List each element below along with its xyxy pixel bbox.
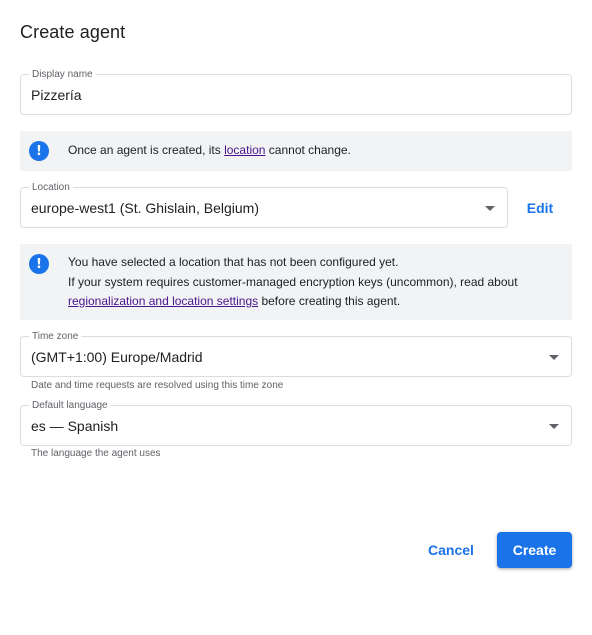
- location-select[interactable]: Location europe-west1 (St. Ghislain, Bel…: [20, 182, 508, 228]
- cancel-button[interactable]: Cancel: [420, 536, 482, 564]
- display-name-field[interactable]: Display name Pizzería: [20, 69, 572, 115]
- edit-location-button[interactable]: Edit: [520, 198, 560, 218]
- info-icon: !: [29, 254, 49, 274]
- location-notice-text: Once an agent is created, its location c…: [68, 141, 560, 161]
- chevron-down-icon: [549, 423, 559, 429]
- config-notice-line1: You have selected a location that has no…: [68, 255, 399, 269]
- chevron-down-icon: [549, 354, 559, 360]
- time-zone-select[interactable]: Time zone (GMT+1:00) Europe/Madrid: [20, 331, 572, 377]
- default-language-select[interactable]: Default language es — Spanish: [20, 400, 572, 446]
- location-config-notice: ! You have selected a location that has …: [20, 244, 572, 320]
- info-icon: !: [29, 141, 49, 161]
- default-language-value: es — Spanish: [31, 417, 119, 434]
- time-zone-hint: Date and time requests are resolved usin…: [31, 380, 284, 391]
- dialog-title: Create agent: [20, 22, 126, 42]
- time-zone-value: (GMT+1:00) Europe/Madrid: [31, 348, 203, 365]
- location-notice: ! Once an agent is created, its location…: [20, 131, 572, 171]
- config-notice-line3: regionalization and location settings be…: [68, 292, 560, 312]
- chevron-down-icon: [485, 205, 495, 211]
- regionalization-link[interactable]: regionalization and location settings: [68, 294, 258, 308]
- location-link[interactable]: location: [224, 143, 265, 157]
- default-language-hint: The language the agent uses: [31, 448, 161, 459]
- config-notice-line3-suffix: before creating this agent.: [258, 294, 401, 308]
- display-name-input[interactable]: Pizzería: [31, 75, 82, 114]
- config-notice-line2: If your system requires customer-managed…: [68, 274, 518, 289]
- create-button[interactable]: Create: [497, 532, 572, 568]
- location-notice-suffix: cannot change.: [265, 143, 351, 157]
- location-notice-prefix: Once an agent is created, its: [68, 143, 225, 157]
- location-value: europe-west1 (St. Ghislain, Belgium): [31, 199, 259, 216]
- config-notice-text: You have selected a location that has no…: [68, 253, 560, 312]
